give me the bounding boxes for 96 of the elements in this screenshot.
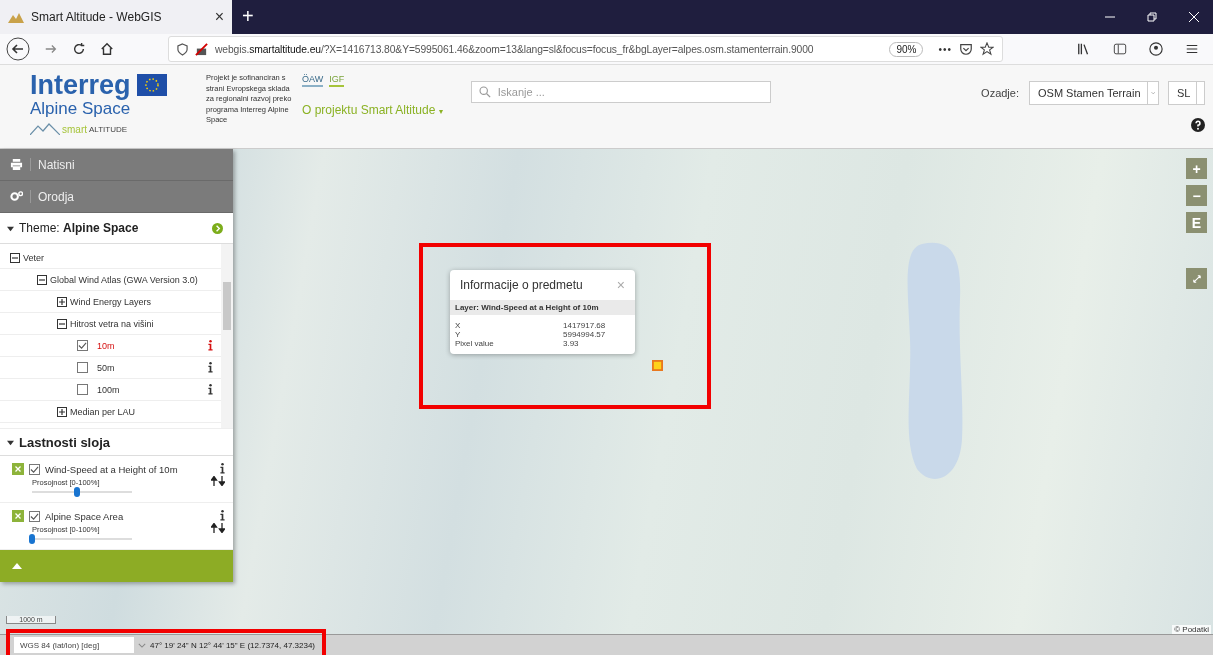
new-tab-button[interactable]: + xyxy=(232,0,264,34)
tree-group-label[interactable]: Veter xyxy=(23,252,44,263)
check-icon xyxy=(30,511,39,521)
attribute-value: 3.93 xyxy=(563,339,580,348)
checkbox[interactable] xyxy=(77,362,88,373)
attribute-value: 5994994.57 xyxy=(563,330,607,339)
checkbox[interactable] xyxy=(29,510,40,522)
shield-icon xyxy=(177,42,188,56)
close-icon[interactable] xyxy=(1189,12,1199,22)
home-icon[interactable] xyxy=(100,42,114,56)
forward-icon[interactable] xyxy=(44,42,58,56)
restore-icon[interactable] xyxy=(1147,12,1157,22)
printer-icon xyxy=(10,158,23,171)
chevron-down-icon xyxy=(1146,82,1158,104)
sidebar-menu-item[interactable]: Natisni xyxy=(0,149,233,181)
mountains-icon xyxy=(30,123,60,135)
project-logo-prefix: smart xyxy=(62,123,87,135)
up-down-arrows-icon[interactable] xyxy=(211,476,225,486)
info-icon[interactable] xyxy=(208,384,213,395)
slider-thumb[interactable] xyxy=(74,487,80,497)
checkbox[interactable] xyxy=(77,340,88,351)
gears-icon xyxy=(10,190,23,203)
partner-logo: IGF xyxy=(329,73,345,87)
info-icon[interactable] xyxy=(208,362,213,373)
layer-label[interactable]: 50m xyxy=(97,362,205,373)
marker-icon xyxy=(652,360,663,371)
back-icon[interactable] xyxy=(6,37,30,61)
up-down-arrows-icon[interactable] xyxy=(211,523,225,533)
layer-label[interactable]: 10m xyxy=(97,340,205,351)
logo-title: Interreg xyxy=(30,71,131,99)
layer-label[interactable]: 100m xyxy=(97,384,205,395)
background-label: Ozadje: xyxy=(981,87,1019,99)
library-icon[interactable] xyxy=(1077,42,1091,56)
browser-tab[interactable]: Smart Altitude - WebGIS × xyxy=(0,0,232,34)
sidebar-icon[interactable] xyxy=(1113,42,1127,56)
attribution-text: © Podatki xyxy=(1172,625,1211,634)
popup-title: Informacije o predmetu xyxy=(460,278,583,292)
background-select[interactable]: OSM Stamen Terrain xyxy=(1029,81,1159,105)
tree-group-label[interactable]: Hitrost vetra na višini xyxy=(70,318,154,329)
caret-down-icon xyxy=(7,224,14,232)
theme-label: Theme: Alpine Space xyxy=(19,221,140,235)
attribute-name: Y xyxy=(455,330,462,339)
scrollbar-thumb[interactable] xyxy=(223,282,231,330)
popup-layer-name: Layer: Wind-Speed at a Height of 10m xyxy=(450,300,635,315)
page-actions-button[interactable]: ••• xyxy=(938,43,952,55)
attribute-name: X xyxy=(455,321,462,330)
language-select[interactable]: SL xyxy=(1168,81,1205,105)
broken-lock-icon xyxy=(195,42,208,56)
expand-icon[interactable] xyxy=(57,296,67,307)
expand-icon xyxy=(1192,274,1201,283)
tree-group-label[interactable]: Wind Energy Layers xyxy=(70,296,152,307)
check-icon xyxy=(30,464,39,474)
account-icon[interactable] xyxy=(1149,42,1163,56)
fullscreen-button[interactable] xyxy=(1186,268,1207,289)
url-text: webgis.smartaltitude.eu/?X=1416713.80&Y=5995061.46&zoom=13&lang=sl&focus=focus_fr&bgLayer=alpes.osm.stamenterrain.9000 xyxy=(215,43,815,55)
coordinates-text: 47° 19' 24" N 12° 44' 15" E (12.7374, 47.3234) xyxy=(150,640,316,650)
info-icon[interactable] xyxy=(208,340,213,351)
chevron-circle-icon[interactable] xyxy=(212,222,223,234)
sidebar-menu-item[interactable]: Orodja xyxy=(0,181,233,213)
expand-icon[interactable] xyxy=(57,406,67,417)
attribute-value: 1417917.68 xyxy=(563,321,607,330)
partner-logo: ÖAW xyxy=(302,73,324,87)
theme-header[interactable]: Theme: Alpine Space xyxy=(0,213,233,244)
check-icon xyxy=(78,341,87,350)
search-icon xyxy=(478,86,491,98)
close-tab-button[interactable]: × xyxy=(214,8,224,26)
map-placeholder[interactable] xyxy=(0,149,1213,634)
checkbox[interactable] xyxy=(77,384,88,395)
project-logo-name: ALTITUDE xyxy=(89,124,128,134)
pocket-icon[interactable] xyxy=(959,42,973,56)
search-field[interactable]: Iskanje ... xyxy=(470,81,771,103)
menu-icon[interactable] xyxy=(1185,42,1199,56)
projection-select[interactable]: WGS 84 (lat/lon) [deg] xyxy=(14,637,134,653)
layer-properties-header[interactable]: Lastnosti sloja xyxy=(0,429,233,456)
layer-name: Wind-Speed at a Height of 10m xyxy=(45,463,178,475)
address-bar[interactable]: webgis.smartaltitude.eu/?X=1416713.80&Y=5995061.46&zoom=13&lang=sl&focus=focus_fr&bgLayer=alpes.osm.stamenterrain.9000 90% ••• xyxy=(168,36,1003,62)
collapse-icon[interactable] xyxy=(57,318,67,329)
help-icon[interactable] xyxy=(1191,118,1205,132)
info-icon[interactable] xyxy=(220,463,225,474)
tab-title: Smart Altitude - WebGIS xyxy=(31,10,163,24)
tree-group-label[interactable]: Global Wind Atlas (GWA Version 3.0) xyxy=(50,274,198,285)
collapse-icon[interactable] xyxy=(37,274,47,285)
star-icon[interactable] xyxy=(980,42,994,56)
reload-icon[interactable] xyxy=(72,42,86,56)
caret-down-icon xyxy=(7,438,14,446)
layer-name: Alpine Space Area xyxy=(45,510,124,522)
collapse-icon[interactable] xyxy=(10,252,20,263)
eu-flag-icon xyxy=(136,74,167,96)
attribute-name: Pixel value xyxy=(455,339,495,348)
info-icon[interactable] xyxy=(220,510,225,521)
triangle-up-icon xyxy=(12,563,22,569)
mountain-icon xyxy=(8,11,24,23)
logo-subtitle: Alpine Space xyxy=(30,99,132,119)
tree-group-label[interactable]: Median per LAU xyxy=(70,406,136,417)
slider-thumb[interactable] xyxy=(29,534,35,544)
checkbox[interactable] xyxy=(29,463,40,475)
